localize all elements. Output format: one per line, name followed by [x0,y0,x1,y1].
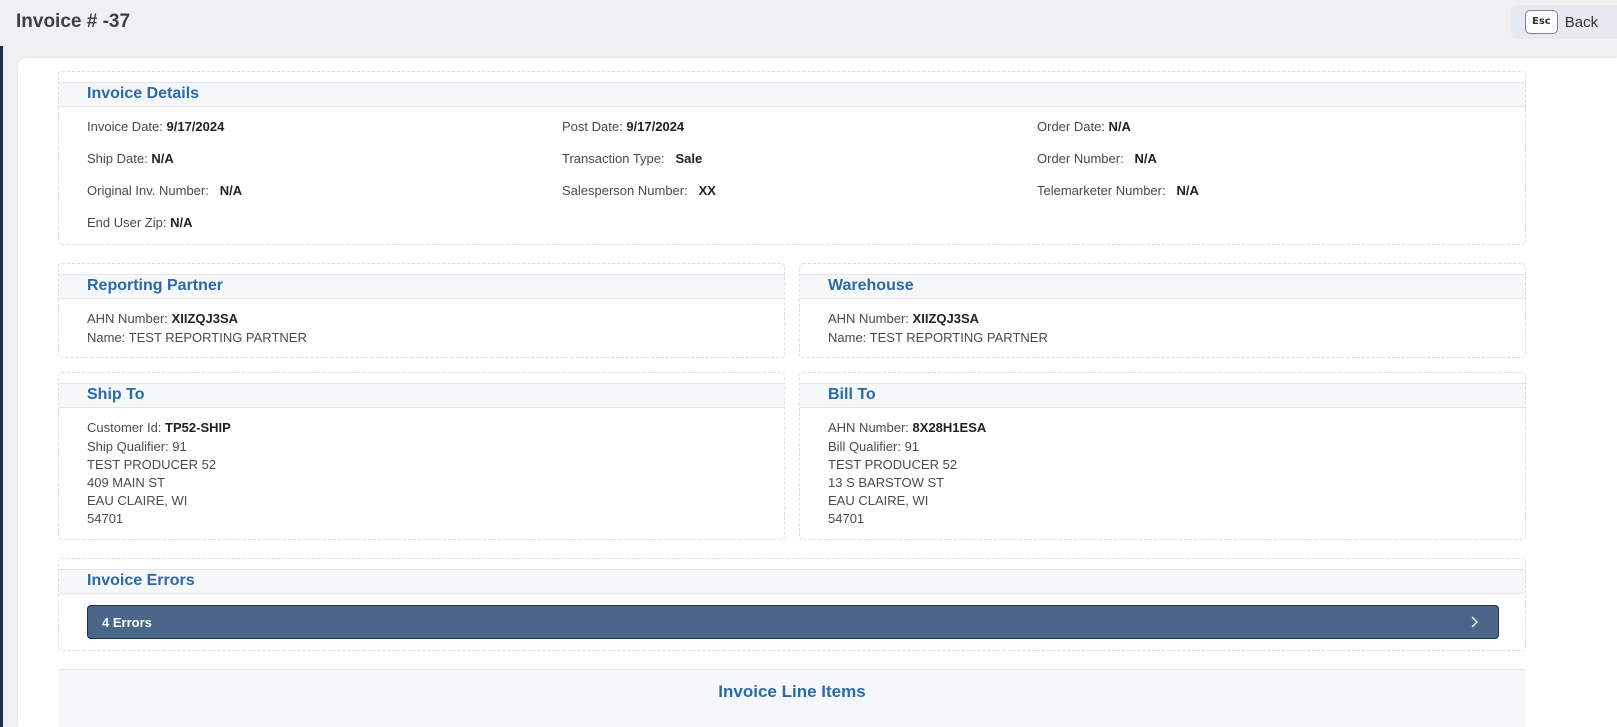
errors-accordion[interactable]: 4 Errors [87,605,1499,639]
section-title: Reporting Partner [87,277,224,294]
section-header: Bill To [800,383,1525,408]
ahn-number-field: AHN Number: XIIZQJ3SA [87,311,239,326]
telemarketer-number-field: Telemarketer Number: N/A [1037,183,1199,198]
ship-name-line: TEST PRODUCER 52 [87,457,217,472]
back-label: Back [1564,13,1599,31]
end-user-zip-field: End User Zip: N/A [87,215,193,230]
back-button[interactable]: Esc Back [1511,5,1617,39]
section-title: Bill To [828,386,876,403]
warehouse-section: Warehouse AHN Number: XIIZQJ3SA Name: TE… [799,263,1526,358]
section-title: Warehouse [828,277,914,294]
sidebar-edge [0,46,3,727]
ship-to-section: Ship To Customer Id: TP52-SHIP Ship Qual… [58,372,785,540]
ship-city-line: EAU CLAIRE, WI [87,493,188,508]
section-header: Warehouse [800,274,1525,299]
line-items-header: Invoice Line Items [58,669,1526,727]
bill-qualifier-line: Bill Qualifier: 91 [828,439,920,454]
section-title: Ship To [87,386,145,403]
ship-zip-line: 54701 [87,511,124,526]
name-line: Name: TEST REPORTING PARTNER [828,330,1048,345]
ahn-number-field: AHN Number: XIIZQJ3SA [828,311,980,326]
order-number-field: Order Number: N/A [1037,151,1157,166]
bill-city-line: EAU CLAIRE, WI [828,493,929,508]
order-date-field: Order Date: N/A [1037,119,1131,134]
section-title: Invoice Details [87,85,200,102]
top-bar: Invoice # -37 Esc Back [0,0,1617,46]
section-title: Invoice Errors [87,572,195,589]
bill-street-line: 13 S BARSTOW ST [828,475,945,490]
page-title: Invoice # -37 [16,11,131,32]
chevron-right-icon [1471,616,1478,628]
customer-id-field: Customer Id: TP52-SHIP [87,420,231,435]
name-line: Name: TEST REPORTING PARTNER [87,330,307,345]
section-header: Reporting Partner [59,274,784,299]
line-items-title: Invoice Line Items [718,682,866,701]
transaction-type-field: Transaction Type: Sale [562,151,703,166]
salesperson-number-field: Salesperson Number: XX [562,183,716,198]
invoice-errors-section: Invoice Errors 4 Errors [58,558,1526,651]
invoice-date-field: Invoice Date: 9/17/2024 [87,119,225,134]
invoice-details-section: Invoice Details Invoice Date: 9/17/2024 … [58,71,1526,245]
esc-key-icon: Esc [1525,10,1558,34]
section-header: Ship To [59,383,784,408]
ahn-number-field: AHN Number: 8X28H1ESA [828,420,987,435]
original-inv-number-field: Original Inv. Number: N/A [87,183,243,198]
bill-zip-line: 54701 [828,511,865,526]
bill-to-section: Bill To AHN Number: 8X28H1ESA Bill Quali… [799,372,1526,540]
ship-street-line: 409 MAIN ST [87,475,166,490]
post-date-field: Post Date: 9/17/2024 [562,119,685,134]
section-header: Invoice Errors [59,569,1525,594]
reporting-partner-section: Reporting Partner AHN Number: XIIZQJ3SA … [58,263,785,358]
ship-date-field: Ship Date: N/A [87,151,174,166]
errors-count: 4 Errors [102,615,152,630]
ship-qualifier-line: Ship Qualifier: 91 [87,439,187,454]
bill-name-line: TEST PRODUCER 52 [828,457,958,472]
section-header: Invoice Details [59,82,1525,107]
invoice-card: Invoice Details Invoice Date: 9/17/2024 … [18,58,1617,727]
